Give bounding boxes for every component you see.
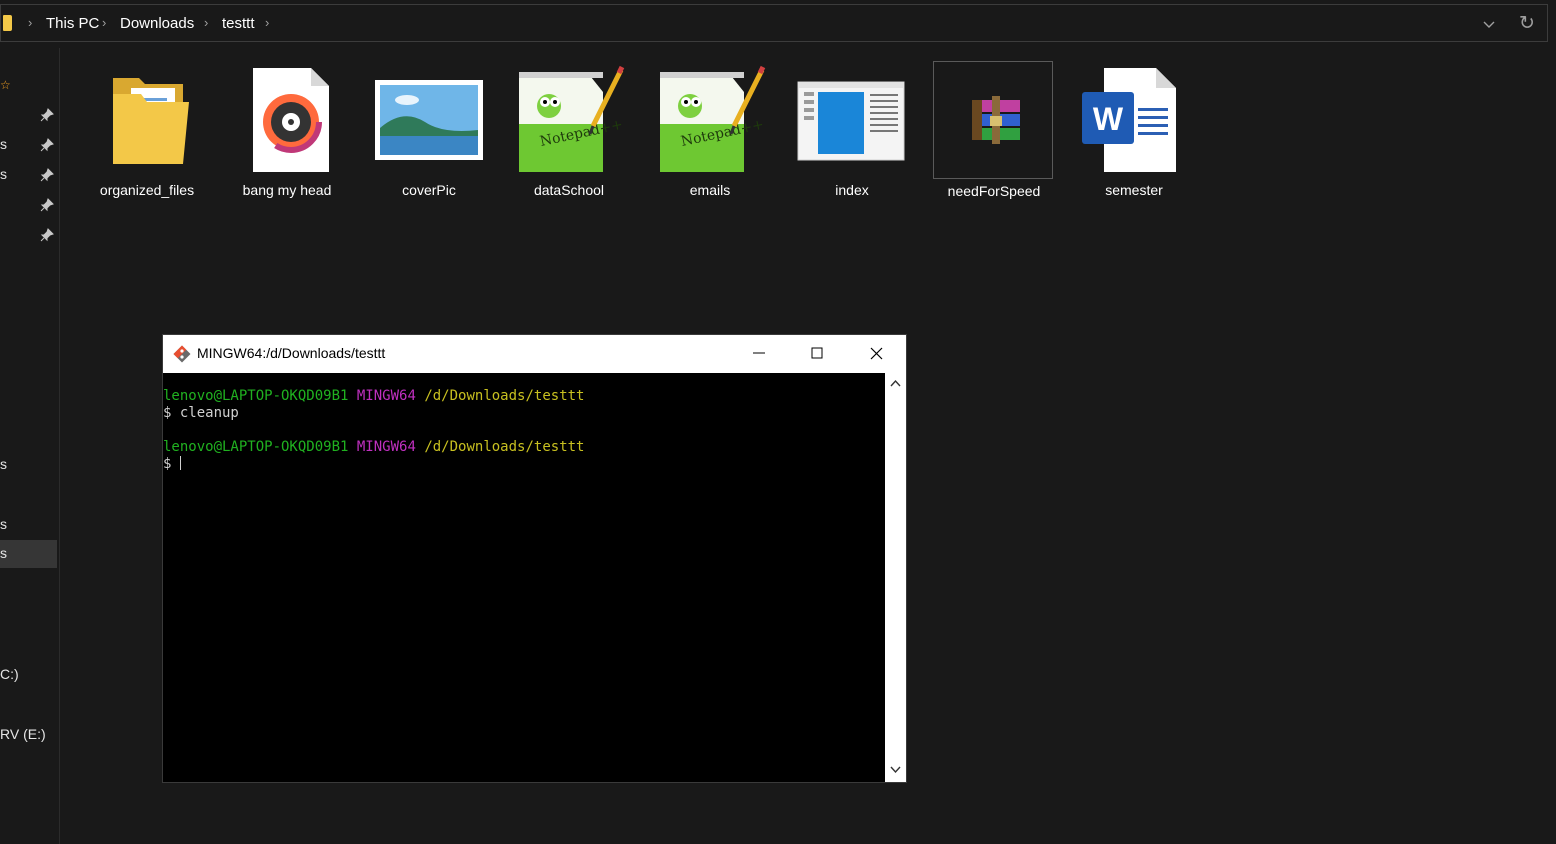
chevron-down-icon[interactable]	[890, 765, 901, 774]
breadcrumb-downloads[interactable]: Downloads	[120, 15, 194, 32]
prompt-env: MINGW64	[356, 439, 416, 455]
file-name: emails	[689, 182, 731, 198]
nav-item-fragment[interactable]: s	[0, 456, 7, 472]
maximize-button[interactable]	[788, 335, 846, 373]
navigation-pane: ☆ s s s s s C:) RV (E:)	[0, 48, 60, 844]
file-item-emails[interactable]: Notepad++ emails	[650, 60, 770, 210]
chevron-right-icon[interactable]: ›	[102, 15, 106, 30]
nav-item-fragment[interactable]: s	[0, 166, 7, 182]
file-item-needforspeed[interactable]: needForSpeed	[933, 61, 1053, 199]
quick-access-icon[interactable]: ☆	[0, 78, 11, 92]
pin-icon	[40, 198, 54, 212]
terminal-window[interactable]: MINGW64:/d/Downloads/testtt lenovo@LAPTO…	[162, 334, 907, 783]
chevron-up-icon[interactable]	[890, 379, 901, 388]
winrar-archive-icon	[972, 96, 1020, 144]
image-file-icon	[375, 80, 483, 160]
prompt-path: /d/Downloads/testtt	[424, 388, 585, 404]
folder-icon	[3, 15, 12, 31]
pin-icon	[40, 138, 54, 152]
folder-icon	[113, 78, 189, 164]
terminal-command-line: $ cleanup	[163, 405, 239, 421]
chevron-right-icon[interactable]: ›	[204, 15, 208, 30]
pin-icon	[40, 108, 54, 122]
file-item-dataschool[interactable]: Notepad++ dataSchool	[509, 60, 629, 210]
refresh-icon[interactable]: ↻	[1519, 14, 1539, 34]
file-item-semester[interactable]: W semester	[1074, 60, 1194, 210]
chevron-right-icon[interactable]: ›	[265, 15, 269, 30]
file-name: coverPic	[402, 182, 456, 198]
terminal-output[interactable]: lenovo@LAPTOP-OKQD09B1 MINGW64 /d/Downlo…	[163, 373, 885, 782]
address-bar[interactable]: › This PC › Downloads › testtt › ↻	[0, 4, 1548, 42]
audio-file-icon	[253, 68, 329, 172]
file-name: index	[835, 182, 869, 198]
notepadpp-file-icon: Notepad++	[519, 65, 624, 172]
nav-item-drive-e[interactable]: RV (E:)	[0, 726, 46, 742]
breadcrumb-this-pc[interactable]: This PC	[46, 15, 99, 32]
svg-text:W: W	[1093, 101, 1124, 137]
close-button[interactable]	[847, 335, 905, 373]
nav-item-fragment[interactable]: s	[0, 516, 7, 532]
nav-item-fragment[interactable]: s	[0, 136, 7, 152]
prompt-env: MINGW64	[356, 388, 416, 404]
terminal-titlebar[interactable]: MINGW64:/d/Downloads/testtt	[163, 335, 906, 373]
terminal-title: MINGW64:/d/Downloads/testtt	[197, 345, 386, 361]
prompt-user: lenovo@LAPTOP-OKQD09B1	[163, 439, 349, 455]
minimize-button[interactable]	[730, 335, 788, 373]
text-cursor	[179, 456, 181, 470]
git-bash-icon	[173, 345, 191, 363]
file-name: semester	[1105, 182, 1163, 198]
file-name: needForSpeed	[947, 183, 1041, 199]
terminal-scrollbar[interactable]	[885, 373, 906, 782]
word-document-icon: W	[1082, 68, 1176, 172]
nav-item-selected[interactable]: s	[0, 540, 57, 568]
file-item-bang-my-head[interactable]: bang my head	[227, 60, 347, 210]
notepadpp-file-icon: Notepad++	[660, 65, 765, 172]
html-file-icon	[797, 81, 905, 161]
pin-icon	[40, 168, 54, 182]
terminal-prompt-line: lenovo@LAPTOP-OKQD09B1 MINGW64 /d/Downlo…	[163, 439, 885, 456]
terminal-prompt-line: lenovo@LAPTOP-OKQD09B1 MINGW64 /d/Downlo…	[163, 388, 885, 405]
prompt-path: /d/Downloads/testtt	[424, 439, 585, 455]
breadcrumb-testtt[interactable]: testtt	[222, 15, 255, 32]
file-item-index[interactable]: index	[792, 60, 912, 210]
file-item-organized-files[interactable]: organized_files	[87, 60, 207, 210]
chevron-right-icon[interactable]: ›	[28, 15, 32, 30]
terminal-input-prompt: $	[163, 456, 180, 472]
pin-icon	[40, 228, 54, 242]
file-item-coverpic[interactable]: coverPic	[369, 60, 489, 210]
nav-item-fragment: s	[0, 545, 7, 561]
file-name: bang my head	[242, 182, 332, 198]
terminal-input-line[interactable]: $	[163, 456, 885, 473]
nav-item-drive-c[interactable]: C:)	[0, 666, 19, 682]
chevron-down-icon[interactable]	[1481, 17, 1497, 33]
file-name: dataSchool	[533, 182, 605, 198]
file-name: organized_files	[99, 182, 195, 198]
prompt-user: lenovo@LAPTOP-OKQD09B1	[163, 388, 349, 404]
